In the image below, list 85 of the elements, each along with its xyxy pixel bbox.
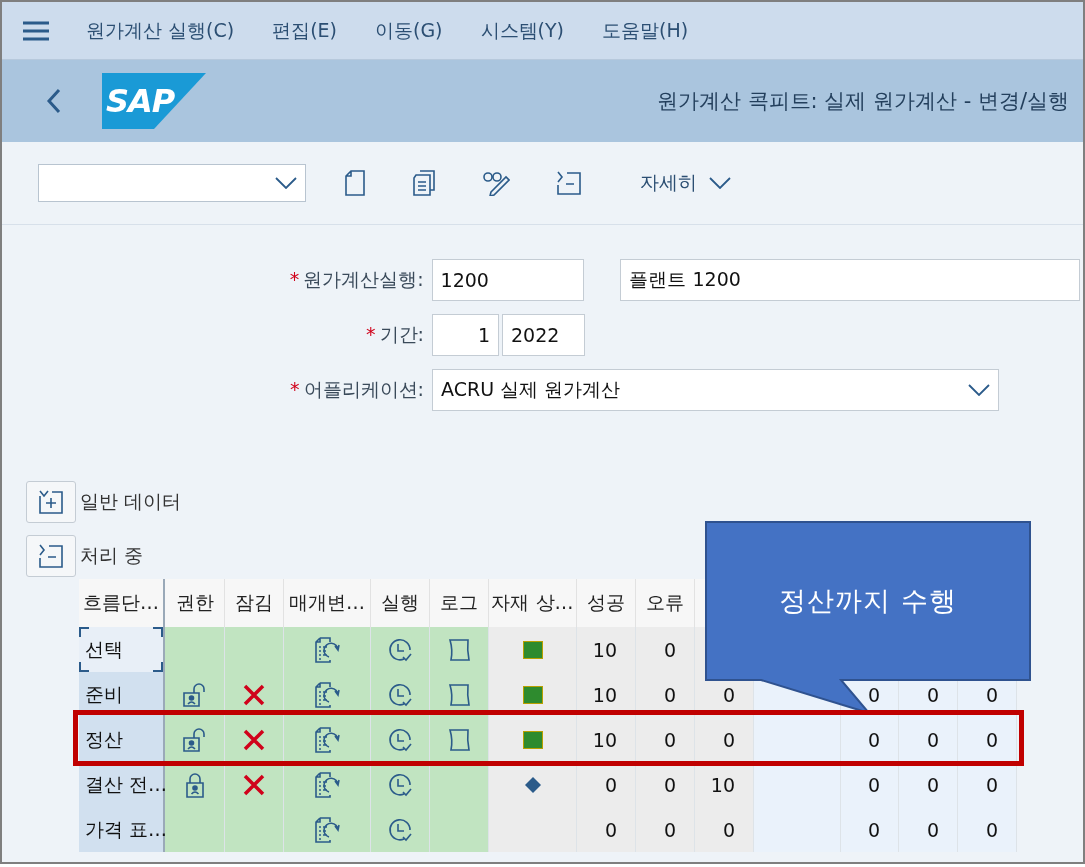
- table-cell: 10: [577, 717, 636, 762]
- dropdown-field[interactable]: [38, 164, 306, 202]
- column-header[interactable]: 로그: [430, 579, 489, 627]
- year-field[interactable]: 2022: [502, 314, 585, 356]
- section-title: 처리 중: [80, 543, 144, 568]
- document-arrow-icon: [314, 636, 340, 663]
- document-arrow-icon: [314, 681, 340, 708]
- chevron-down-icon: [709, 177, 731, 189]
- page-icon: [447, 637, 471, 662]
- table-cell: 0: [577, 807, 636, 852]
- table-cell: 0: [695, 807, 754, 852]
- menu-item[interactable]: 시스템(Y): [480, 17, 564, 44]
- clock-check-icon: [387, 816, 413, 843]
- table-cell: 0: [636, 717, 695, 762]
- collapse-button[interactable]: [26, 535, 76, 577]
- menu-item[interactable]: 편집(E): [272, 17, 337, 44]
- table-cell: 0: [636, 807, 695, 852]
- menu-icon[interactable]: [22, 19, 50, 42]
- document-arrow-icon: [314, 816, 340, 843]
- cross-icon: [242, 772, 266, 797]
- copy-icon[interactable]: [412, 170, 436, 196]
- diamond-icon: [523, 775, 542, 794]
- page-title: 원가계산 콕피트: 실제 원가계산 - 변경/실행: [656, 88, 1069, 115]
- description-field: 플랜트 1200: [620, 259, 1080, 301]
- page-icon: [447, 682, 471, 707]
- status-square-icon: [522, 640, 543, 659]
- required-marker: *: [290, 378, 300, 400]
- column-header[interactable]: 실행: [371, 579, 430, 627]
- table-cell[interactable]: 정산: [79, 717, 165, 762]
- field-label: 기간:: [379, 323, 424, 345]
- unlocked-padlock-icon: [181, 682, 208, 707]
- chevron-down-icon: [968, 384, 990, 396]
- expand-icon: [38, 490, 64, 514]
- clock-check-icon: [387, 636, 413, 663]
- more-menu-button[interactable]: 자세히: [640, 170, 731, 196]
- table-cell: 0: [695, 717, 754, 762]
- clock-check-icon: [387, 726, 413, 753]
- table-cell[interactable]: 가격 표…: [79, 807, 165, 852]
- column-header[interactable]: 권한: [165, 579, 225, 627]
- chevron-down-icon: [275, 177, 297, 189]
- table-cell: 10: [577, 627, 636, 672]
- input-field[interactable]: 1200: [431, 259, 585, 301]
- column-header[interactable]: 잠김: [225, 579, 284, 627]
- table-cell: 0: [841, 807, 899, 852]
- column-header[interactable]: 자재 상…: [489, 579, 577, 627]
- glasses-pen-icon[interactable]: [482, 170, 510, 196]
- column-header[interactable]: 흐름단…: [79, 579, 165, 627]
- padlock-icon: [184, 771, 205, 798]
- collapse-icon: [38, 544, 64, 568]
- column-header[interactable]: 오류: [636, 579, 695, 627]
- table-cell: 0: [636, 627, 695, 672]
- collapse-icon[interactable]: [556, 171, 582, 195]
- required-marker: *: [366, 323, 376, 345]
- table-cell: 0: [958, 717, 1017, 762]
- menu-item[interactable]: 원가계산 실행(C): [86, 17, 235, 44]
- expand-button[interactable]: [26, 481, 76, 523]
- period-field[interactable]: 1: [432, 314, 499, 356]
- cross-icon: [242, 682, 266, 707]
- table-cell: 0: [958, 807, 1017, 852]
- page-icon: [447, 727, 471, 752]
- clock-check-icon: [387, 681, 413, 708]
- table-cell: 0: [899, 717, 958, 762]
- column-header[interactable]: 매개변…: [284, 579, 371, 627]
- status-square-icon: [522, 685, 543, 704]
- field-label: 어플리케이션:: [303, 378, 424, 400]
- menu-item[interactable]: 이동(G): [375, 17, 443, 44]
- document-arrow-icon: [314, 726, 340, 753]
- required-marker: *: [289, 268, 300, 290]
- dropdown-field[interactable]: ACRU 실제 원가계산: [432, 369, 999, 411]
- document-icon[interactable]: [344, 170, 366, 196]
- logo: SAP: [102, 73, 206, 129]
- back-icon[interactable]: [46, 88, 62, 114]
- menu-item[interactable]: 도움말(H): [602, 17, 689, 44]
- section-title: 일반 데이터: [80, 489, 182, 514]
- callout-text: 정산까지 수행: [778, 584, 958, 618]
- status-square-icon: [522, 730, 543, 749]
- clock-check-icon: [387, 771, 413, 798]
- unlocked-padlock-icon: [181, 727, 208, 752]
- cross-icon: [242, 727, 266, 752]
- field-label: 원가계산실행:: [303, 268, 424, 290]
- table-cell[interactable]: 선택: [79, 627, 165, 672]
- document-arrow-icon: [314, 771, 340, 798]
- table-cell: 0: [899, 807, 958, 852]
- table-cell: 0: [841, 717, 899, 762]
- column-header[interactable]: 성공: [577, 579, 636, 627]
